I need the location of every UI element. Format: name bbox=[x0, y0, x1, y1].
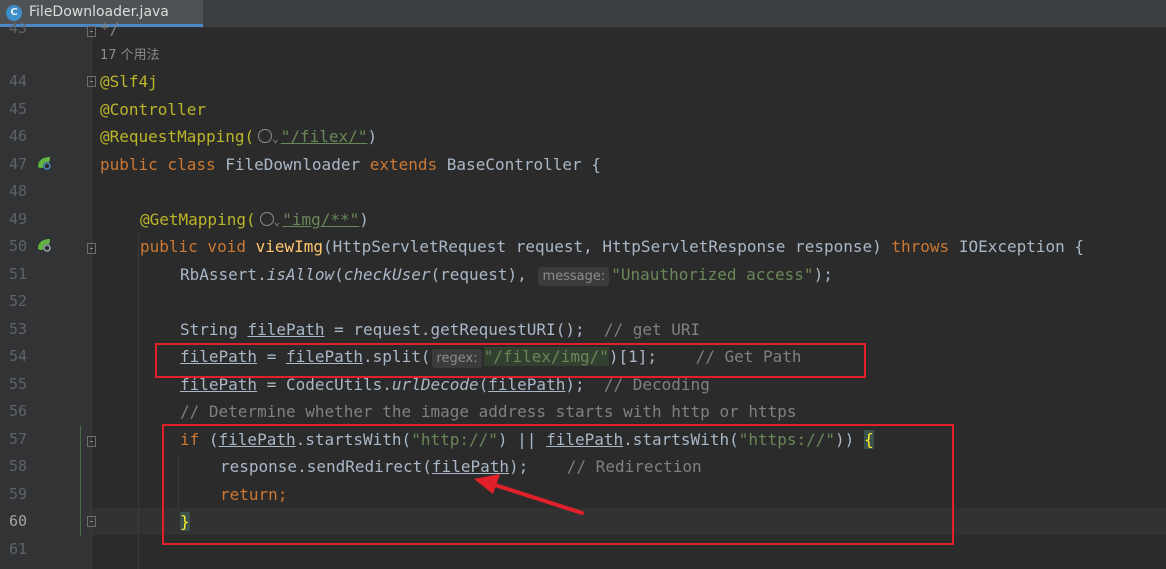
red-arrow-annotation bbox=[474, 474, 584, 515]
